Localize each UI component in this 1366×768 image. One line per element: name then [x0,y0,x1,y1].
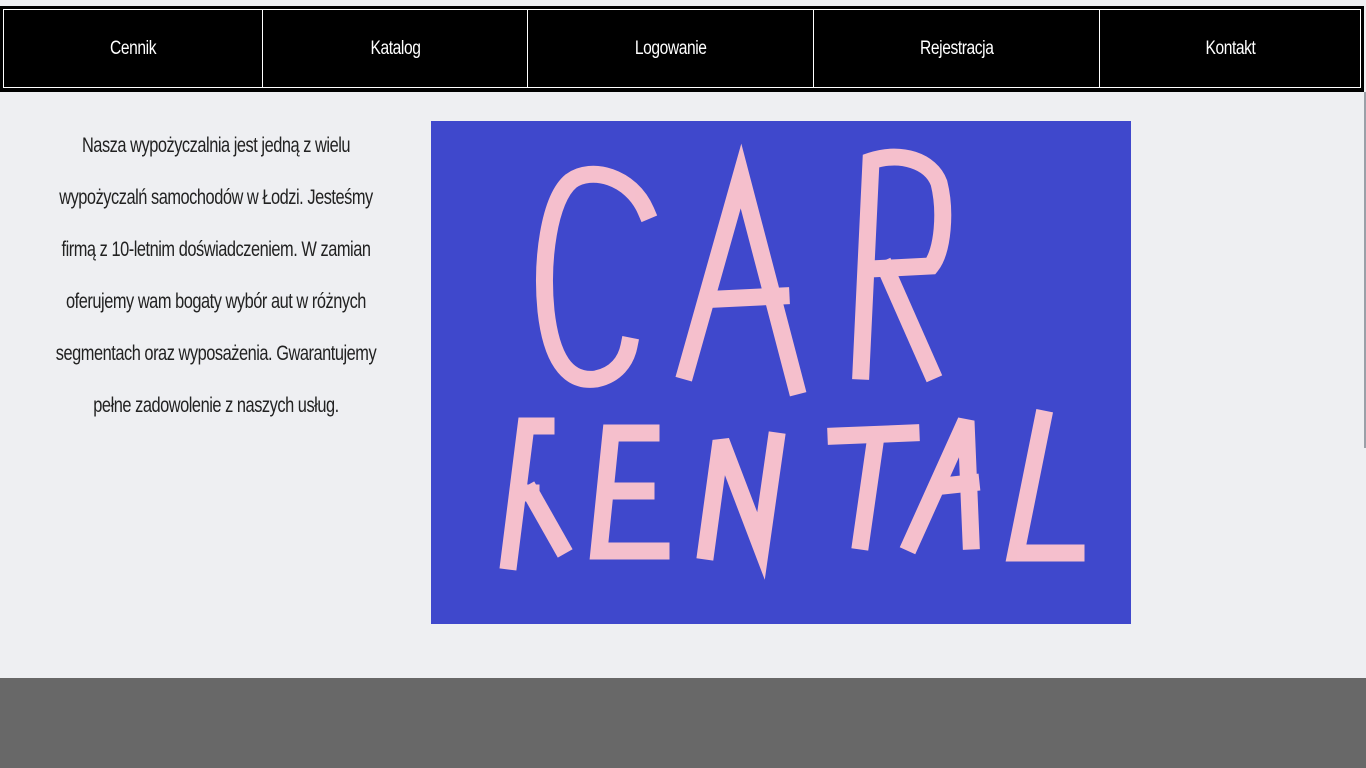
nav-item-logowanie[interactable]: Logowanie [528,10,814,87]
letter-r-top-leg [874,257,943,383]
intro-section: Nasza wypożyczalnia jest jedną z wielu w… [6,120,426,432]
letter-a-bar [710,287,790,308]
letter-r-top [852,148,952,380]
nav-item-cennik[interactable]: Cennik [4,10,263,87]
nav-bar: Cennik Katalog Logowanie Rejestracja Kon… [3,9,1361,88]
nav-item-kontakt[interactable]: Kontakt [1100,10,1360,87]
car-rental-banner-image [431,121,1131,624]
letter-n [696,431,786,580]
nav-item-katalog[interactable]: Katalog [263,10,528,87]
nav-label-logowanie[interactable]: Logowanie [635,38,707,60]
intro-text: Nasza wypożyczalnia jest jedną z wielu w… [55,134,377,417]
top-navigation: Cennik Katalog Logowanie Rejestracja Kon… [0,6,1364,92]
nav-item-rejestracja[interactable]: Rejestracja [814,10,1100,87]
letter-r-leg [519,481,573,558]
letter-l [1005,408,1085,562]
nav-label-cennik[interactable]: Cennik [110,38,156,60]
nav-label-rejestracja[interactable]: Rejestracja [920,38,994,60]
letter-a [675,143,807,397]
nav-label-katalog[interactable]: Katalog [370,38,420,60]
page: Cennik Katalog Logowanie Rejestracja Kon… [0,0,1366,768]
page-footer [0,678,1366,768]
letter-a2-bar [933,473,981,496]
nav-label-kontakt[interactable]: Kontakt [1205,38,1255,60]
letter-c [536,165,658,388]
letter-t-stem [851,426,886,551]
car-rental-logo [499,143,1085,580]
